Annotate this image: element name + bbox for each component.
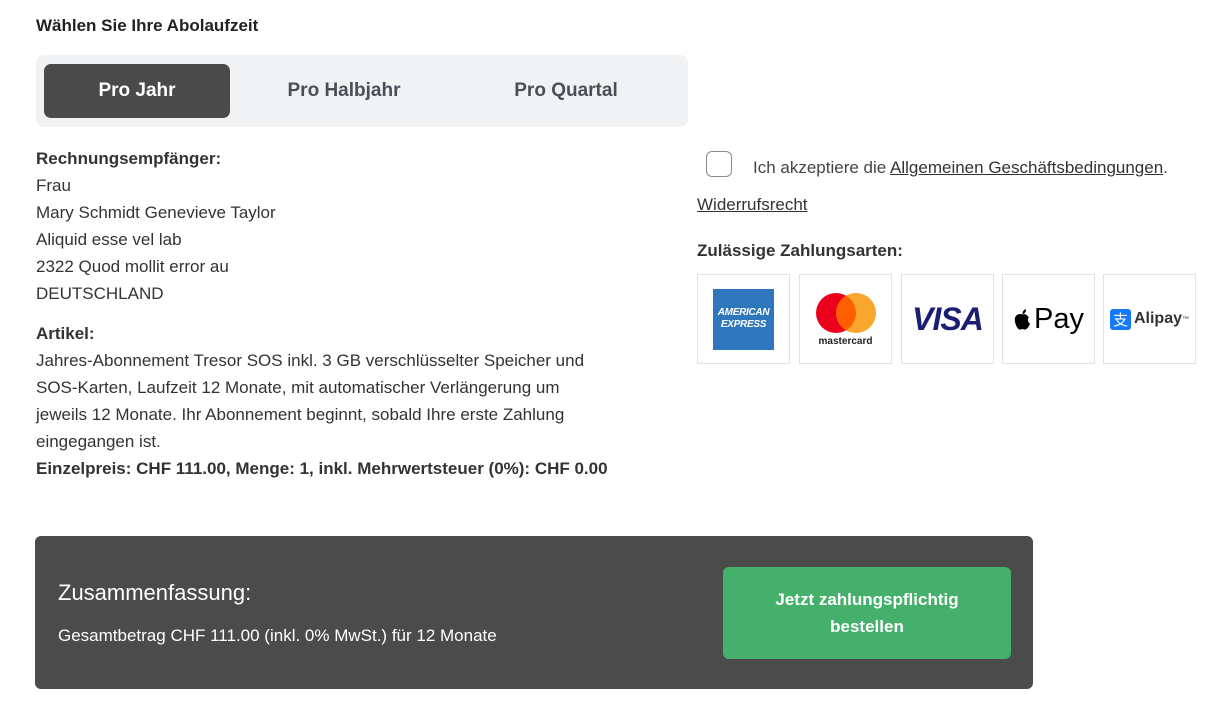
article-description-line: jeweils 12 Monate. Ihr Abonnement beginn… bbox=[36, 405, 565, 424]
article-description-line: SOS-Karten, Laufzeit 12 Monate, mit auto… bbox=[36, 378, 560, 397]
period-section-title: Wählen Sie Ihre Abolaufzeit bbox=[36, 16, 259, 35]
visa-logo: VISA bbox=[912, 300, 984, 337]
terms-suffix: . bbox=[1163, 158, 1168, 177]
alipay-logo: 支 Alipay ™ bbox=[1109, 308, 1189, 330]
visa-card: VISA bbox=[901, 274, 994, 364]
applepay-text: Pay bbox=[1034, 302, 1084, 335]
payment-methods-title: Zulässige Zahlungsarten: bbox=[697, 241, 903, 260]
applepay-card: Pay bbox=[1002, 274, 1095, 364]
terms-text: Ich akzeptiere die Allgemeinen Geschäfts… bbox=[753, 158, 1168, 178]
order-summary: Zusammenfassung: Gesamtbetrag CHF 111.00… bbox=[35, 536, 1033, 689]
terms-prefix: Ich akzeptiere die bbox=[753, 158, 891, 177]
terms-checkbox[interactable] bbox=[706, 151, 732, 177]
period-option-year[interactable]: Pro Jahr bbox=[44, 64, 230, 118]
alipay-card: 支 Alipay ™ bbox=[1103, 274, 1196, 364]
article-description-line: Jahres-Abonnement Tresor SOS inkl. 3 GB … bbox=[36, 351, 585, 370]
recipient-line: Frau bbox=[36, 176, 71, 195]
period-option-halfyear[interactable]: Pro Halbjahr bbox=[244, 64, 444, 118]
recipient-line: 2322 Quod mollit error au bbox=[36, 257, 229, 276]
amex-text-line: AMERICAN bbox=[717, 307, 770, 318]
applepay-logo: Pay bbox=[1013, 303, 1084, 336]
recipient-line: Aliquid esse vel lab bbox=[36, 230, 182, 249]
article-price-line: Einzelpreis: CHF 111.00, Menge: 1, inkl.… bbox=[36, 459, 608, 478]
period-option-quarter[interactable]: Pro Quartal bbox=[466, 64, 666, 118]
terms-link[interactable]: Allgemeinen Geschäftsbedingungen bbox=[890, 158, 1163, 177]
revocation-link[interactable]: Widerrufsrecht bbox=[697, 195, 808, 215]
mastercard-card: mastercard bbox=[799, 274, 892, 364]
order-button-label: Jetzt zahlungspflichtig bestellen bbox=[775, 590, 959, 636]
mastercard-circles-icon bbox=[815, 292, 876, 333]
amex-logo: AMERICAN EXPRESS bbox=[713, 288, 774, 350]
apple-icon bbox=[1014, 308, 1030, 330]
alipay-tm: ™ bbox=[1182, 315, 1189, 323]
recipient-line: Mary Schmidt Genevieve Taylor bbox=[36, 203, 276, 222]
recipient-heading: Rechnungsempfänger: bbox=[36, 149, 222, 168]
recipient-block: Rechnungsempfänger: Frau Mary Schmidt Ge… bbox=[36, 145, 276, 307]
mastercard-logo: mastercard bbox=[812, 292, 880, 347]
article-description-line: eingegangen ist. bbox=[36, 432, 161, 451]
amex-card: AMERICAN EXPRESS bbox=[697, 274, 790, 364]
summary-total: Gesamtbetrag CHF 111.00 (inkl. 0% MwSt.)… bbox=[58, 626, 497, 645]
article-block: Artikel: Jahres-Abonnement Tresor SOS in… bbox=[36, 320, 608, 482]
period-switch: Pro Jahr Pro Halbjahr Pro Quartal bbox=[36, 55, 688, 127]
amex-text-line: EXPRESS bbox=[720, 319, 767, 330]
article-heading: Artikel: bbox=[36, 324, 95, 343]
recipient-line: DEUTSCHLAND bbox=[36, 284, 164, 303]
alipay-text: Alipay bbox=[1133, 310, 1182, 327]
summary-title: Zusammenfassung: bbox=[58, 580, 252, 605]
terms-row: Ich akzeptiere die Allgemeinen Geschäfts… bbox=[706, 150, 1168, 178]
alipay-mark-icon: 支 bbox=[1109, 308, 1131, 330]
mastercard-text: mastercard bbox=[818, 335, 873, 347]
order-button[interactable]: Jetzt zahlungspflichtig bestellen bbox=[723, 567, 1011, 659]
